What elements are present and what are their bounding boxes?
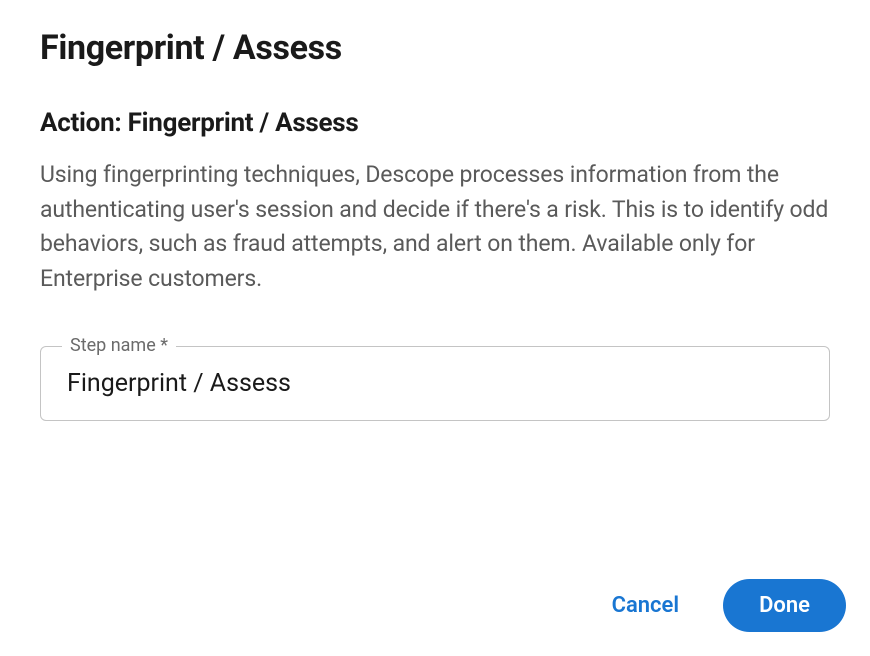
dialog-footer: Cancel Done bbox=[596, 579, 846, 632]
action-subtitle: Action: Fingerprint / Assess bbox=[40, 108, 830, 138]
done-button[interactable]: Done bbox=[723, 579, 846, 632]
dialog-title: Fingerprint / Assess bbox=[40, 28, 830, 68]
action-description: Using fingerprinting techniques, Descope… bbox=[40, 158, 830, 296]
step-name-input[interactable] bbox=[40, 346, 830, 421]
step-name-label: Step name * bbox=[62, 335, 176, 356]
step-name-field: Step name * bbox=[40, 346, 830, 421]
cancel-button[interactable]: Cancel bbox=[596, 581, 696, 630]
